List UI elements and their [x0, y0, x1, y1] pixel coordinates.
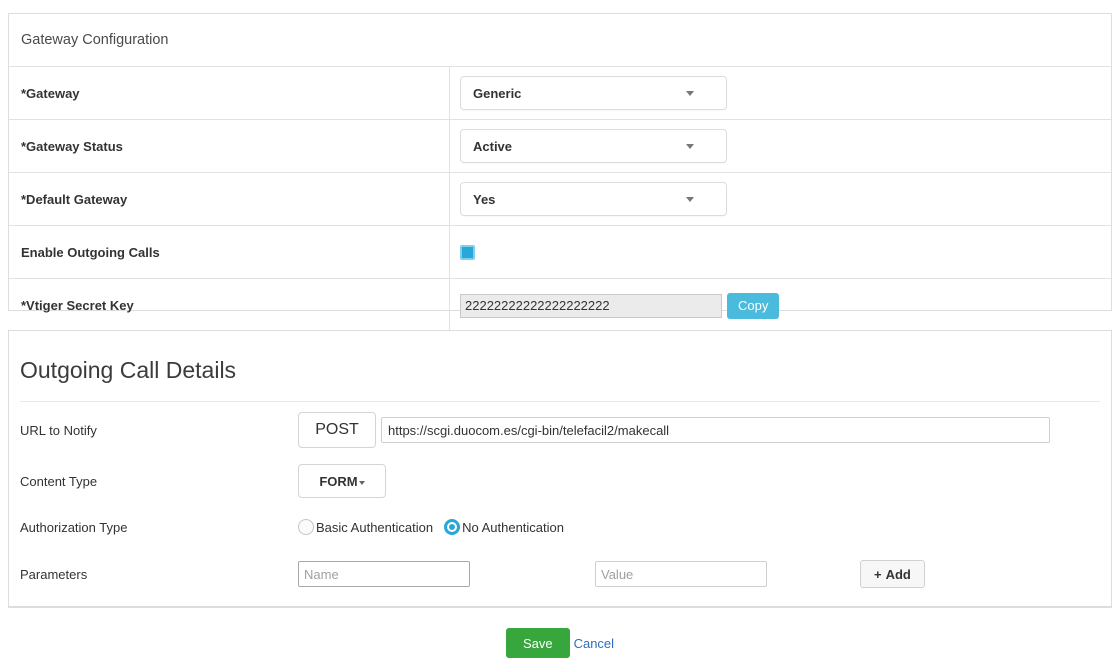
field-label-enable-outgoing-calls: Enable Outgoing Calls — [9, 226, 450, 278]
parameter-value-input[interactable] — [595, 561, 767, 587]
radio-label-basic-authentication: Basic Authentication — [316, 520, 433, 535]
content-type-dropdown[interactable]: FORM — [298, 464, 386, 498]
gateway-status-select[interactable]: Active — [460, 129, 727, 163]
field-label-content-type: Content Type — [20, 474, 298, 489]
vtiger-secret-key-input[interactable] — [460, 294, 722, 318]
save-button[interactable]: Save — [506, 628, 570, 658]
field-label-vtiger-secret-key: *Vtiger Secret Key — [9, 279, 450, 332]
plus-icon: + — [874, 567, 882, 582]
caret-down-icon — [359, 481, 365, 485]
field-value-authorization-type: Basic Authentication No Authentication — [298, 519, 1111, 535]
secret-key-group: Copy — [460, 293, 779, 319]
gateway-select[interactable]: Generic — [460, 76, 727, 110]
outgoing-call-details-panel: Outgoing Call Details URL to Notify POST… — [8, 330, 1112, 608]
gateway-configuration-panel: Gateway Configuration *Gateway Generic *… — [8, 13, 1112, 311]
field-label-gateway: *Gateway — [9, 67, 450, 119]
copy-secret-key-button[interactable]: Copy — [727, 293, 779, 319]
field-value-vtiger-secret-key: Copy — [450, 279, 1111, 332]
field-value-default-gateway: Yes — [450, 173, 1111, 225]
form-row-url-to-notify: URL to Notify POST — [9, 402, 1111, 458]
cancel-link[interactable]: Cancel — [574, 636, 614, 651]
gateway-select-value: Generic — [473, 86, 521, 101]
field-value-gateway-status: Active — [450, 120, 1111, 172]
field-value-url-to-notify: POST — [298, 412, 1111, 448]
radio-label-no-authentication: No Authentication — [462, 520, 564, 535]
parameter-name-input[interactable] — [298, 561, 470, 587]
panel-header-title: Gateway Configuration — [9, 14, 1111, 67]
form-row-authorization-type: Authorization Type Basic Authentication … — [9, 504, 1111, 550]
default-gateway-select-value: Yes — [473, 192, 495, 207]
table-row-vtiger-secret-key: *Vtiger Secret Key Copy — [9, 279, 1111, 332]
http-method-selector[interactable]: POST — [298, 412, 376, 448]
field-label-default-gateway: *Default Gateway — [9, 173, 450, 225]
chevron-down-icon — [686, 91, 694, 96]
field-value-enable-outgoing-calls — [450, 226, 1111, 278]
enable-outgoing-calls-checkbox[interactable] — [460, 245, 475, 260]
default-gateway-select[interactable]: Yes — [460, 182, 727, 216]
field-label-url-to-notify: URL to Notify — [20, 423, 298, 438]
radio-basic-authentication[interactable]: Basic Authentication — [298, 519, 433, 535]
field-value-gateway: Generic — [450, 67, 1111, 119]
content-type-value: FORM — [319, 474, 357, 489]
gateway-status-select-value: Active — [473, 139, 512, 154]
field-label-gateway-status: *Gateway Status — [9, 120, 450, 172]
authorization-type-radio-group: Basic Authentication No Authentication — [298, 519, 575, 535]
chevron-down-icon — [686, 197, 694, 202]
form-footer: Save Cancel — [0, 628, 1120, 658]
add-parameter-button[interactable]: + Add — [860, 560, 925, 588]
url-to-notify-input[interactable] — [381, 417, 1050, 443]
field-value-content-type: FORM — [298, 464, 1111, 498]
table-row-gateway: *Gateway Generic — [9, 67, 1111, 120]
outgoing-call-details-title: Outgoing Call Details — [9, 331, 1111, 384]
radio-unchecked-icon — [298, 519, 314, 535]
form-row-parameters: Parameters + Add — [9, 550, 1111, 598]
field-label-parameters: Parameters — [20, 567, 298, 582]
chevron-down-icon — [686, 144, 694, 149]
http-method-value: POST — [315, 421, 359, 439]
radio-checked-icon — [444, 519, 460, 535]
radio-no-authentication[interactable]: No Authentication — [444, 519, 564, 535]
gateway-configuration-page: Gateway Configuration *Gateway Generic *… — [0, 0, 1120, 672]
table-row-enable-outgoing-calls: Enable Outgoing Calls — [9, 226, 1111, 279]
table-row-default-gateway: *Default Gateway Yes — [9, 173, 1111, 226]
field-label-authorization-type: Authorization Type — [20, 520, 298, 535]
field-value-parameters: + Add — [298, 560, 1111, 588]
table-row-gateway-status: *Gateway Status Active — [9, 120, 1111, 173]
form-row-content-type: Content Type FORM — [9, 458, 1111, 504]
add-parameter-label: Add — [886, 567, 911, 582]
